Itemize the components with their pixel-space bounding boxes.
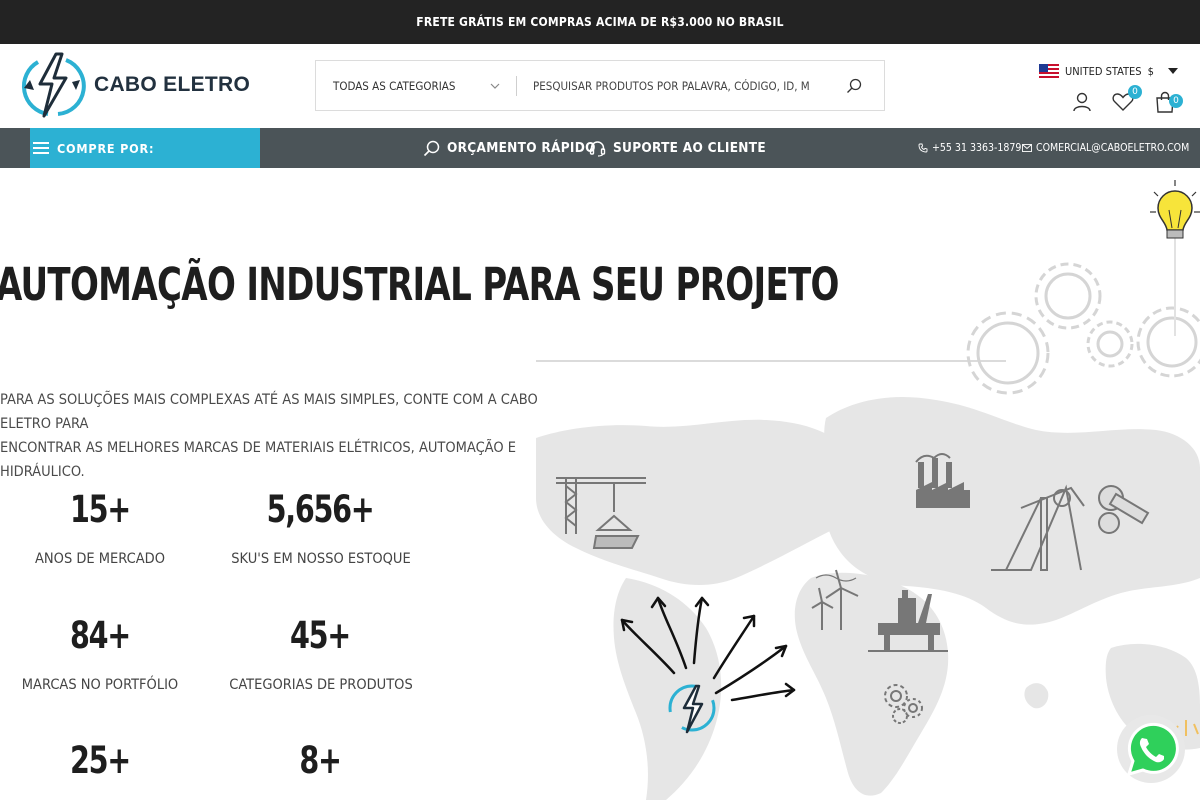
- world-map-illustration: [536, 180, 1200, 800]
- hero-subtitle: PARA AS SOLUÇÕES MAIS COMPLEXAS ATÉ AS M…: [0, 388, 540, 484]
- stat-brands-label: MARCAS NO PORTFÓLIO: [21, 677, 179, 693]
- quick-quote-link[interactable]: ORÇAMENTO RÁPIDO: [423, 128, 596, 168]
- stat-brands-value: 84+: [70, 614, 131, 657]
- hero-subtitle-line-1: PARA AS SOLUÇÕES MAIS COMPLEXAS ATÉ AS M…: [0, 392, 538, 432]
- search-bar: TODAS AS CATEGORIAS: [315, 60, 885, 111]
- stat-skus-value: 5,656+: [266, 488, 375, 531]
- hamburger-icon: [33, 142, 49, 154]
- whatsapp-icon: [1117, 715, 1185, 783]
- world-map: [536, 397, 1200, 800]
- locale-country: UNITED STATES: [1065, 64, 1142, 78]
- whatsapp-button[interactable]: [1116, 714, 1186, 784]
- hero-subtitle-line-2: ENCONTRAR AS MELHORES MARCAS DE MATERIAI…: [0, 440, 516, 480]
- announcement-bar: FRETE GRÁTIS EM COMPRAS ACIMA DE R$3.000…: [0, 0, 1200, 44]
- locale-currency: $: [1147, 64, 1154, 78]
- site-header: CABO ELETRO TODAS AS CATEGORIAS UNITED S…: [0, 44, 1200, 128]
- stat-years-value: 15+: [70, 488, 131, 531]
- stat-fifth-value: 25+: [70, 739, 131, 782]
- user-icon[interactable]: [1073, 92, 1091, 112]
- logo-link[interactable]: CABO ELETRO: [18, 50, 250, 120]
- announcement-text: FRETE GRÁTIS EM COMPRAS ACIMA DE R$3.000…: [416, 15, 784, 29]
- category-select[interactable]: TODAS AS CATEGORIAS: [316, 61, 516, 110]
- phone-icon: [918, 143, 928, 153]
- stat-categories-value: 45+: [290, 614, 351, 657]
- envelope-icon: [1022, 144, 1032, 152]
- stat-sixth-value: 8+: [299, 739, 342, 782]
- locale-selector[interactable]: UNITED STATES $: [1039, 64, 1178, 78]
- phone-link[interactable]: +55 31 3363-1879: [918, 128, 1021, 168]
- cart-button[interactable]: 0: [1155, 91, 1183, 113]
- headset-icon: [589, 140, 606, 157]
- search-icon: [423, 140, 440, 156]
- caret-down-icon: [1167, 68, 1178, 74]
- stat-skus-label: SKU'S EM NOSSO ESTOQUE: [231, 551, 411, 567]
- stat-categories-label: CATEGORIAS DE PRODUTOS: [229, 677, 413, 693]
- customer-support-link[interactable]: SUPORTE AO CLIENTE: [589, 128, 766, 168]
- wishlist-count-badge: 0: [1128, 85, 1142, 99]
- search-input[interactable]: [517, 61, 824, 110]
- us-flag-icon: [1039, 64, 1059, 78]
- email-link[interactable]: COMERCIAL@CABOELETRO.COM: [1022, 128, 1189, 168]
- shop-by-label: COMPRE POR:: [57, 140, 155, 156]
- wishlist-button[interactable]: 0: [1112, 85, 1142, 112]
- gears-icon: [966, 262, 1200, 395]
- chevron-down-icon: [490, 83, 500, 89]
- search-icon: [847, 78, 862, 93]
- shop-by-menu-button[interactable]: COMPRE POR:: [30, 128, 260, 168]
- category-select-label: TODAS AS CATEGORIAS: [333, 78, 456, 93]
- stat-years-label: ANOS DE MERCADO: [35, 551, 165, 567]
- quick-quote-label: ORÇAMENTO RÁPIDO: [447, 140, 596, 156]
- lightning-logo-icon: [21, 52, 86, 118]
- cart-count-badge: 0: [1169, 94, 1183, 108]
- search-button[interactable]: [824, 61, 884, 110]
- main-nav: COMPRE POR: ORÇAMENTO RÁPIDO SUPORTE AO …: [0, 128, 1200, 168]
- customer-support-label: SUPORTE AO CLIENTE: [613, 140, 766, 156]
- phone-number: +55 31 3363-1879: [932, 142, 1022, 154]
- brand-name: CABO ELETRO: [94, 73, 251, 96]
- email-address: COMERCIAL@CABOELETRO.COM: [1036, 142, 1190, 154]
